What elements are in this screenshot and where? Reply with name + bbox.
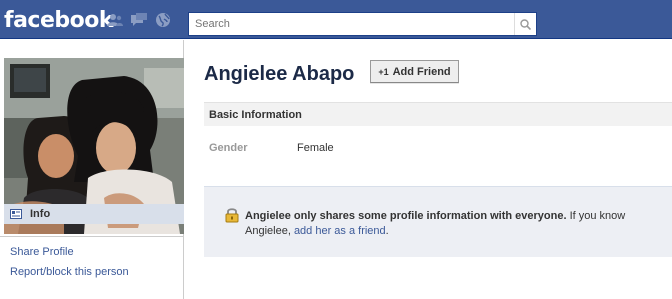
search-icon: [520, 18, 531, 30]
left-column: Info Share Profile Report/block this per…: [0, 40, 184, 299]
gender-label: Gender: [209, 142, 248, 154]
add-friend-label: Add Friend: [392, 65, 451, 78]
report-block-link[interactable]: Report/block this person: [10, 266, 129, 278]
facebook-logo[interactable]: facebook: [4, 8, 114, 33]
basic-information-header: Basic Information: [204, 102, 672, 126]
privacy-notice-bold: Angielee only shares some profile inform…: [245, 210, 567, 222]
search-button[interactable]: [514, 13, 536, 35]
sidebar-divider: [0, 236, 184, 237]
messages-icon[interactable]: [130, 12, 148, 28]
privacy-notice-text: Angielee only shares some profile inform…: [245, 209, 665, 239]
share-profile-link[interactable]: Share Profile: [10, 246, 74, 258]
gender-value: Female: [297, 142, 334, 154]
privacy-notice-end: .: [385, 225, 389, 237]
search-box: [188, 12, 537, 36]
add-her-as-friend-link[interactable]: add her as a friend: [294, 225, 386, 237]
friend-requests-icon[interactable]: [106, 12, 124, 28]
info-card-icon: [10, 209, 22, 219]
add-friend-button[interactable]: +1 Add Friend: [370, 60, 459, 83]
sidebar-item-label: Info: [30, 208, 51, 220]
notifications-globe-icon[interactable]: [154, 12, 172, 28]
profile-name: Angielee Abapo: [204, 63, 355, 85]
top-bar: facebook: [0, 0, 672, 39]
sidebar-item-info[interactable]: Info: [4, 204, 184, 224]
add-friend-icon: +1: [378, 66, 389, 77]
lock-icon: [224, 207, 240, 223]
search-input[interactable]: [189, 13, 514, 35]
